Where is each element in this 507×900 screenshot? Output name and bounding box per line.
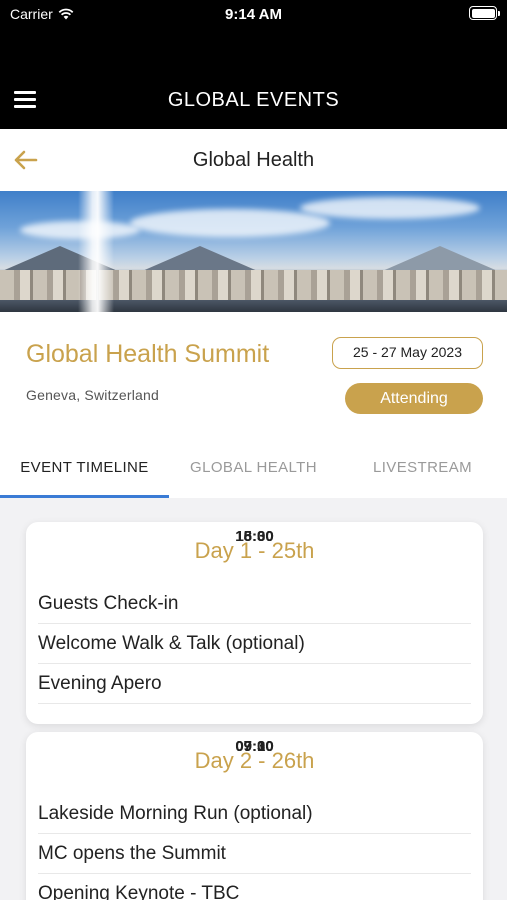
app-header: Carrier 9:14 AM GLOBAL EVENTS [0,0,507,129]
event-name: Global Health Summit [26,340,270,368]
tab-global-health[interactable]: GLOBAL HEALTH [169,438,338,498]
timeline-row[interactable]: Guests Check-in 15:00 [38,528,471,624]
status-bar: Carrier 9:14 AM [0,0,507,28]
timeline-item-name: Lakeside Morning Run (optional) [38,802,313,824]
timeline-row[interactable]: Opening Keynote - TBC 09:10 [38,738,471,900]
status-time: 9:14 AM [225,6,282,23]
timeline-row[interactable]: Lakeside Morning Run (optional) 07:30 [38,738,471,834]
timeline-list: Day 1 - 25th Guests Check-in 15:00 Welco… [0,498,507,900]
timeline-row[interactable]: MC opens the Summit 09:00 [38,738,471,874]
tab-livestream[interactable]: LIVESTREAM [338,438,507,498]
timeline-item-name: Welcome Walk & Talk (optional) [38,632,305,654]
timeline-item-name: Guests Check-in [38,592,179,614]
app-title: GLOBAL EVENTS [167,89,340,111]
attending-button[interactable]: Attending [345,383,483,414]
nav-bar: Global Health [0,129,507,191]
event-header: Global Health Summit Geneva, Switzerland… [0,312,507,438]
timeline-row[interactable]: Evening Apero 18:00 [38,528,471,704]
battery-icon [469,6,500,20]
event-location: Geneva, Switzerland [26,387,159,403]
page-title: Global Health [192,149,315,171]
timeline-item-name: MC opens the Summit [38,842,226,864]
timeline-item-time: 09:10 [235,738,274,755]
tab-event-timeline[interactable]: EVENT TIMELINE [0,438,169,498]
timeline-item-name: Opening Keynote - TBC [38,882,240,900]
tab-bar: EVENT TIMELINE GLOBAL HEALTH LIVESTREAM [0,438,507,498]
event-banner-image [0,191,507,312]
timeline-item-name: Evening Apero [38,672,162,694]
event-date-badge: 25 - 27 May 2023 [332,337,483,369]
timeline-row[interactable]: Welcome Walk & Talk (optional) 16:30 [38,528,471,664]
day-card: Day 1 - 25th Guests Check-in 15:00 Welco… [26,522,483,724]
timeline-item-time: 18:00 [235,528,274,545]
day-card: Day 2 - 26th Lakeside Morning Run (optio… [26,732,483,900]
